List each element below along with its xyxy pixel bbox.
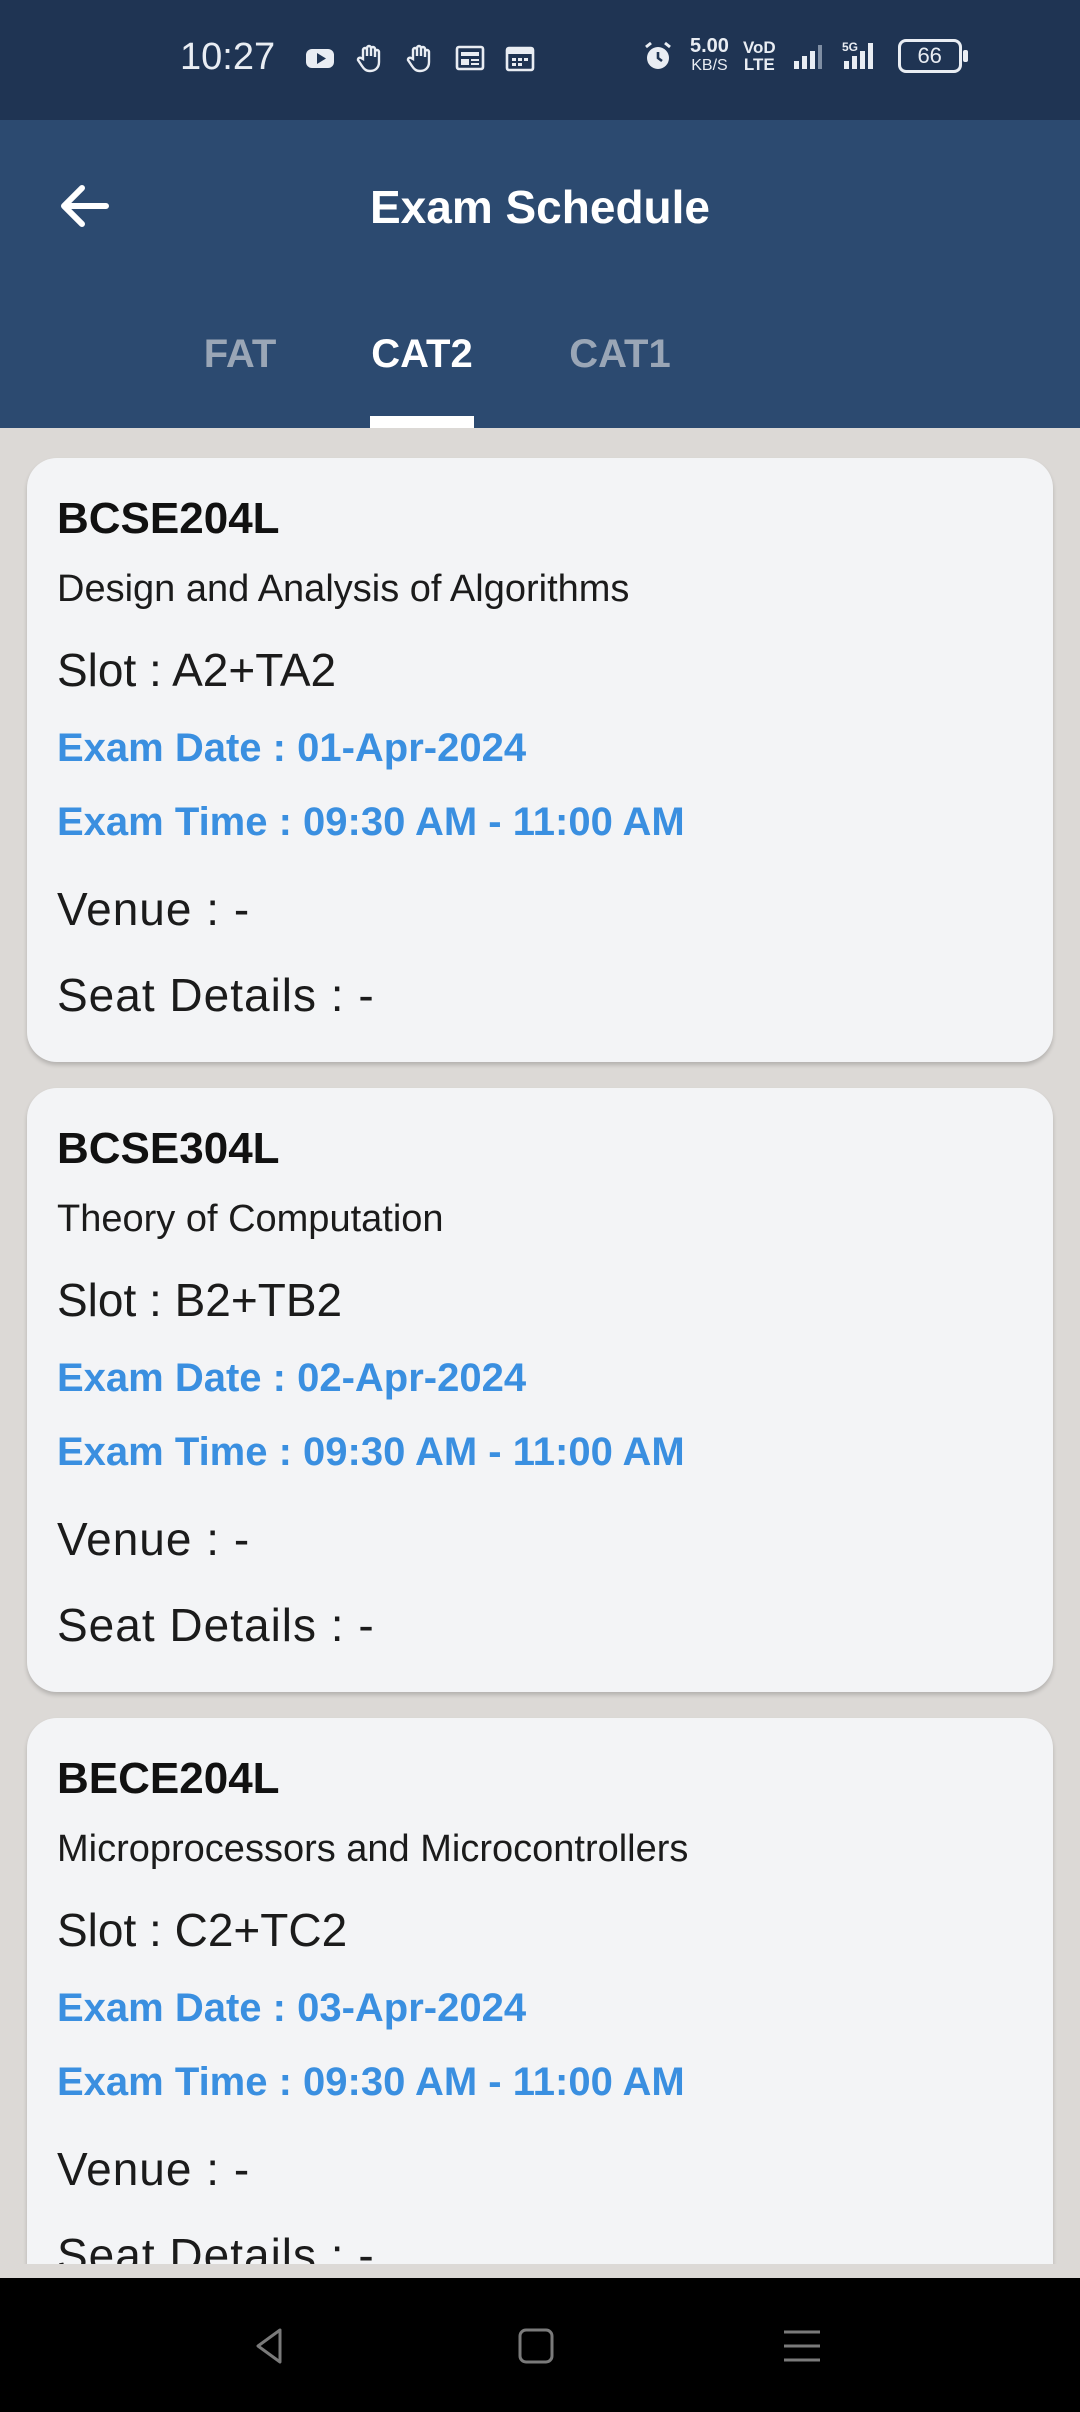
nav-back-button[interactable] xyxy=(240,2318,300,2378)
app-bar: Exam Schedule FAT CAT2 CAT1 xyxy=(0,120,1080,428)
exam-type-tabs: FAT CAT2 CAT1 xyxy=(0,300,1080,428)
calendar-icon xyxy=(502,40,538,76)
signal-5g-icon: 5G xyxy=(840,38,884,74)
exam-slot: Slot : C2+TC2 xyxy=(57,1904,348,1956)
menu-lines-icon xyxy=(780,2324,824,2373)
back-triangle-icon xyxy=(248,2324,292,2373)
speed-value: 5.00 xyxy=(690,35,729,57)
tab-fat[interactable]: FAT xyxy=(188,300,292,428)
volte-indicator: VoD LTE xyxy=(743,39,776,73)
hand-icon xyxy=(352,40,388,76)
tab-cat1[interactable]: CAT1 xyxy=(560,300,680,428)
exam-slot: Slot : A2+TA2 xyxy=(57,644,337,696)
tab-label: FAT xyxy=(203,332,277,376)
exam-list[interactable]: BCSE204L Design and Analysis of Algorith… xyxy=(0,428,1080,2264)
youtube-icon xyxy=(302,40,338,76)
notification-icons xyxy=(302,40,538,76)
exam-time: Exam Time : 09:30 AM - 11:00 AM xyxy=(57,1430,685,1474)
exam-date: Exam Date : 01-Apr-2024 xyxy=(57,726,527,770)
tab-label: CAT2 xyxy=(371,332,473,376)
system-icons: 5.00 KB/S VoD LTE 5G 66 xyxy=(640,36,968,76)
exam-date: Exam Date : 03-Apr-2024 xyxy=(57,1986,527,2030)
exam-venue: Venue : - xyxy=(57,883,251,935)
volte-bottom: LTE xyxy=(743,55,775,74)
seat-details: Seat Details : - xyxy=(57,1599,375,1651)
exam-date: Exam Date : 02-Apr-2024 xyxy=(57,1356,527,1400)
exam-card[interactable]: BECE204L Microprocessors and Microcontro… xyxy=(27,1718,1053,2264)
course-code: BCSE304L xyxy=(57,1124,280,1173)
speed-unit: KB/S xyxy=(691,57,728,74)
page-title: Exam Schedule xyxy=(369,181,711,233)
tab-cat2[interactable]: CAT2 xyxy=(370,300,474,428)
signal-icon xyxy=(790,38,826,74)
exam-slot: Slot : B2+TB2 xyxy=(57,1274,343,1326)
exam-venue: Venue : - xyxy=(57,2143,251,2195)
hand-icon xyxy=(402,40,438,76)
exam-time: Exam Time : 09:30 AM - 11:00 AM xyxy=(57,800,685,844)
course-name: Microprocessors and Microcontrollers xyxy=(57,1828,689,1870)
network-type: 5G xyxy=(842,40,858,54)
seat-details: Seat Details : - xyxy=(57,2229,375,2264)
tab-indicator xyxy=(370,416,474,428)
course-name: Design and Analysis of Algorithms xyxy=(57,568,630,610)
exam-card[interactable]: BCSE304L Theory of Computation Slot : B2… xyxy=(27,1088,1053,1692)
news-icon xyxy=(452,40,488,76)
tab-label: CAT1 xyxy=(569,332,671,376)
course-code: BCSE204L xyxy=(57,494,280,543)
exam-time: Exam Time : 09:30 AM - 11:00 AM xyxy=(57,2060,685,2104)
status-bar: 10:27 5.00 KB/S VoD LTE 5G 66 xyxy=(0,0,1080,120)
nav-menu-button[interactable] xyxy=(772,2318,832,2378)
alarm-icon xyxy=(640,38,676,74)
seat-details: Seat Details : - xyxy=(57,969,375,1021)
battery-icon: 66 xyxy=(897,39,968,73)
course-code: BECE204L xyxy=(57,1754,280,1803)
nav-home-button[interactable] xyxy=(506,2318,566,2378)
battery-level: 66 xyxy=(917,43,942,68)
exam-venue: Venue : - xyxy=(57,1513,251,1565)
status-time: 10:27 xyxy=(180,36,276,78)
exam-card[interactable]: BCSE204L Design and Analysis of Algorith… xyxy=(27,458,1053,1062)
course-name: Theory of Computation xyxy=(57,1198,444,1240)
system-nav-bar xyxy=(0,2278,1080,2412)
home-square-icon xyxy=(514,2324,558,2373)
network-speed: 5.00 KB/S xyxy=(690,36,729,76)
